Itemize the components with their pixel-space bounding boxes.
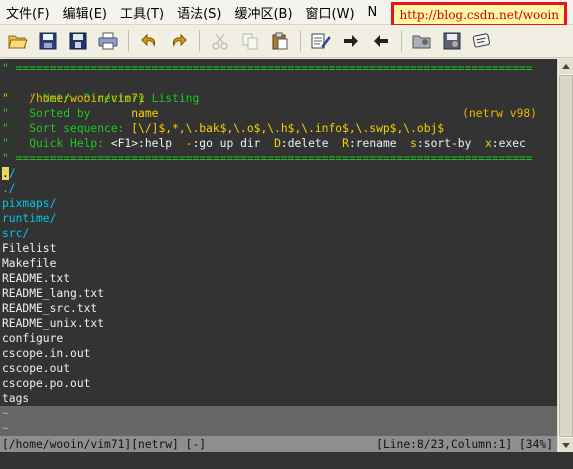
list-item[interactable]: cscope.po.out xyxy=(2,376,90,391)
quick-help-key: x xyxy=(484,137,492,150)
quick-help-label: " Quick Help: xyxy=(2,137,111,150)
list-item[interactable]: ./ xyxy=(2,181,16,196)
quick-help-key: s xyxy=(410,137,417,150)
quick-help-desc: :help xyxy=(138,137,186,150)
status-position: [Line:8/23,Column:1] [34%] xyxy=(376,437,553,451)
toolbar-separator xyxy=(300,30,301,52)
menu-buffers[interactable]: 缓冲区(B) xyxy=(228,3,299,22)
quick-help-key: R xyxy=(342,137,349,150)
sort-sequence-line: " Sort sequence: [\/]$,*,\.bak$,\.o$,\.h… xyxy=(2,121,444,136)
copy-icon[interactable] xyxy=(239,30,261,52)
quick-help-desc: :exec xyxy=(491,137,526,150)
quick-help-line: " Quick Help: <F1>:help -:go up dir D:de… xyxy=(2,136,526,151)
save-all-icon[interactable] xyxy=(67,30,89,52)
editor-area[interactable]: " ======================================… xyxy=(0,59,557,436)
list-item[interactable]: Makefile xyxy=(2,256,56,271)
sorted-by-value: name xyxy=(131,107,159,120)
open-icon[interactable] xyxy=(7,30,29,52)
quick-help-key: <F1> xyxy=(110,137,139,150)
text-cursor: . xyxy=(2,167,9,180)
tilde-line: ~ xyxy=(2,407,9,420)
load-session-icon[interactable] xyxy=(411,30,433,52)
list-item[interactable]: runtime/ xyxy=(2,211,56,226)
sort-sequence-value: [\/]$,*,\.bak$,\.o$,\.h$,\.info$,\.swp$,… xyxy=(131,122,445,135)
arrow-right-icon[interactable] xyxy=(340,30,362,52)
vertical-scrollbar[interactable] xyxy=(557,59,573,453)
toolbar-separator xyxy=(199,30,200,52)
print-icon[interactable] xyxy=(97,30,119,52)
list-item[interactable]: README.txt xyxy=(2,271,70,286)
scrollbar-thumb[interactable] xyxy=(559,75,573,437)
undo-icon[interactable] xyxy=(138,30,160,52)
sort-sequence-label: " Sort sequence: xyxy=(2,122,132,135)
header-version: (netrw v98) xyxy=(462,107,537,120)
cut-icon[interactable] xyxy=(209,30,231,52)
quick-help-key: D xyxy=(274,137,281,150)
quick-help-desc: :delete xyxy=(280,137,343,150)
quick-help-desc: :go up dir xyxy=(192,137,275,150)
list-item[interactable]: README_src.txt xyxy=(2,301,97,316)
separator-line: " ======================================… xyxy=(2,152,533,165)
toolbar-separator xyxy=(128,30,129,52)
url-watermark: http://blog.csdn.net/wooin xyxy=(391,2,567,27)
toolbar xyxy=(0,25,573,58)
menu-syntax[interactable]: 语法(S) xyxy=(171,3,228,22)
toolbar-separator xyxy=(401,30,402,52)
list-item[interactable]: README_lang.txt xyxy=(2,286,104,301)
scroll-down-icon[interactable] xyxy=(559,438,573,453)
paste-icon[interactable] xyxy=(269,30,291,52)
status-line: [/home/wooin/vim71][netrw] [-] [Line:8/2… xyxy=(0,436,557,452)
quick-help-desc: :rename xyxy=(348,137,411,150)
list-item[interactable]: cscope.out xyxy=(2,361,70,376)
menu-tools[interactable]: 工具(T) xyxy=(114,3,171,22)
quick-help-desc: :sort-by xyxy=(416,137,485,150)
status-file-path: [/home/wooin/vim71][netrw] [-] xyxy=(2,437,207,451)
empty-buffer-area: ~ ~ xyxy=(0,406,557,436)
list-item[interactable]: src/ xyxy=(2,226,29,241)
list-item[interactable]: tags xyxy=(2,391,29,406)
save-session-icon[interactable] xyxy=(441,30,463,52)
menubar: 文件(F) 编辑(E) 工具(T) 语法(S) 缓冲区(B) 窗口(W) N h… xyxy=(0,0,573,27)
save-icon[interactable] xyxy=(37,30,59,52)
redo-icon[interactable] xyxy=(168,30,190,52)
header-title-line: " Netrw Directory Listing (netrw v98) xyxy=(2,76,537,120)
sorted-by-line: " Sorted by name xyxy=(2,106,158,121)
list-item[interactable]: README_unix.txt xyxy=(2,316,104,331)
list-item[interactable]: Filelist xyxy=(2,241,56,256)
scroll-up-icon[interactable] xyxy=(559,59,573,74)
find-replace-icon[interactable] xyxy=(310,30,332,52)
menu-truncated[interactable]: N xyxy=(362,5,385,20)
list-item[interactable]: cscope.in.out xyxy=(2,346,90,361)
menu-edit[interactable]: 编辑(E) xyxy=(57,3,114,22)
command-line[interactable] xyxy=(0,452,573,469)
list-item[interactable]: ./ xyxy=(2,166,16,181)
entry-name: / xyxy=(8,167,16,180)
menu-file[interactable]: 文件(F) xyxy=(0,3,57,22)
header-path: " /home/wooin/vim71 xyxy=(2,92,145,105)
menu-window[interactable]: 窗口(W) xyxy=(300,3,362,22)
separator-line: " ======================================… xyxy=(2,62,533,75)
arrow-left-icon[interactable] xyxy=(370,30,392,52)
list-item[interactable]: configure xyxy=(2,331,63,346)
run-script-icon[interactable] xyxy=(471,30,493,52)
list-item[interactable]: pixmaps/ xyxy=(2,196,56,211)
tilde-line: ~ xyxy=(2,422,9,435)
sorted-by-label: " Sorted by xyxy=(2,107,132,120)
